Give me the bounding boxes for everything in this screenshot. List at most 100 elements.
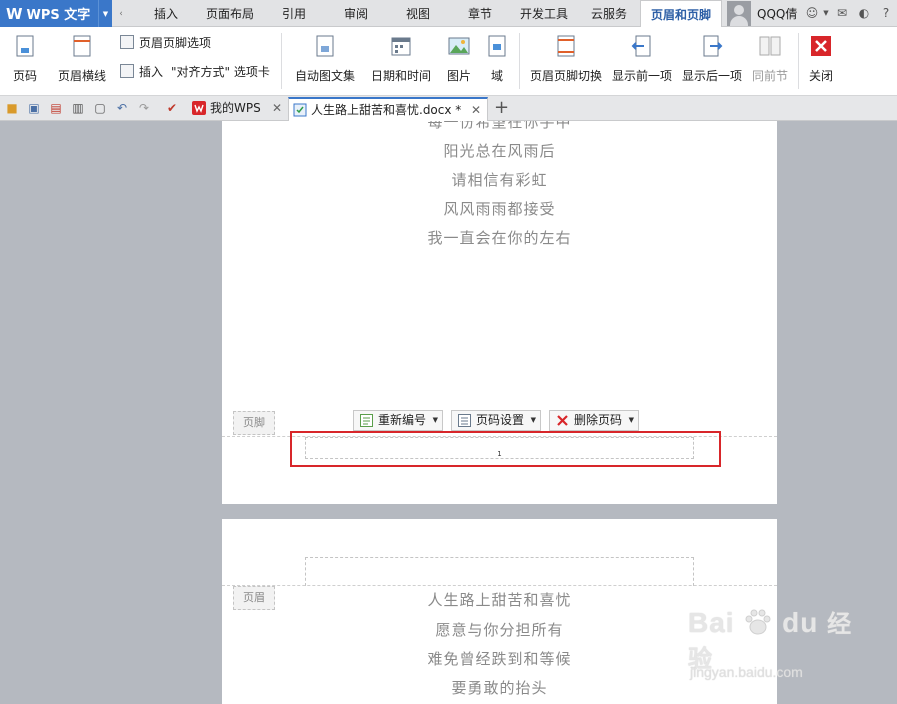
pin-icon[interactable]: ✔ [164,100,180,116]
show-previous-label: 显示前一项 [611,69,672,83]
document-tab-bar: ■ ▣ ▤ ▥ ▢ ↶ ↷ ✔ 我的WPS ✕ 人生路上甜苦和喜忧.docx *… [0,96,897,121]
header-line-icon [73,35,91,57]
menu-bar: W WPS 文字 ▼ ‹ 插入 页面布局 引用 审阅 视图 章节 开发工具 云服… [0,0,897,28]
chevron-left-icon[interactable]: ‹ [114,0,128,27]
redo-icon[interactable]: ↷ [136,100,152,116]
renumber-button[interactable]: 重新编号 ▼ [353,410,444,431]
close-label: 关闭 [808,69,833,83]
page-number-button[interactable]: 页码 [6,31,44,93]
close-tab-icon[interactable]: ✕ [471,99,481,121]
feedback-icon[interactable]: ✉ [834,5,850,21]
tab-my-wps[interactable]: 我的WPS ✕ [188,97,288,121]
divider [281,33,282,89]
open-folder-icon[interactable]: ■ [4,100,20,116]
header-boundary [222,585,777,586]
tab-document[interactable]: 人生路上甜苦和喜忧.docx * ✕ [288,97,488,121]
wps-logo-icon: W [6,4,23,23]
date-time-button[interactable]: 日期和时间 [366,31,436,93]
baidu-watermark: Bai du 经验 jingyan.baidu.com [688,604,858,684]
page-number-icon [16,35,34,57]
header-line-button[interactable]: 页眉横线 [50,31,114,93]
show-previous-button[interactable]: 显示前一项 [608,31,676,93]
print-preview-icon[interactable]: ▢ [92,100,108,116]
field-label: 域 [490,69,503,83]
tab-chapter[interactable]: 章节 [456,0,504,27]
divider [798,33,799,89]
wps-app-menu[interactable]: W WPS 文字 ▼ [0,0,112,27]
text-line: 请相信有彩虹 [451,171,548,189]
options-icon [120,35,134,49]
calendar-icon [391,37,411,56]
tab-developer[interactable]: 开发工具 [512,0,576,27]
tab-references[interactable]: 引用 [270,0,318,27]
new-tab-icon[interactable]: + [494,97,509,119]
switch-header-footer-button[interactable]: 页眉页脚切换 [526,31,606,93]
text-line: 我一直会在你的左右 [427,229,572,247]
app-name: WPS 文字 [26,8,91,23]
close-tab-icon[interactable]: ✕ [272,97,282,119]
export-pdf-icon[interactable]: ▤ [48,100,64,116]
highlight-annotation [290,431,721,467]
header-footer-options-button[interactable]: 页眉页脚选项 [120,32,211,52]
picture-button[interactable]: 图片 [440,31,478,93]
show-next-button[interactable]: 显示后一项 [678,31,746,93]
text-line: 阳光总在风雨后 [443,142,556,160]
theme-icon[interactable]: ◐ [856,5,872,21]
text-line: 风风雨雨都接受 [443,200,556,218]
wps-logo-icon [192,101,206,115]
header-line-label: 页眉横线 [57,69,106,83]
insert-icon [120,64,134,78]
chevron-down-icon[interactable]: ▼ [818,5,834,21]
tab-cloud[interactable]: 云服务 [582,0,636,27]
auto-text-icon [316,35,334,57]
watermark-url: jingyan.baidu.com [690,664,803,680]
paw-icon [745,609,771,635]
same-as-previous-label: 同前节 [751,69,788,83]
close-icon [811,36,831,56]
ribbon-toolbar: 页码 页眉横线 页眉页脚选项 插入 "对齐方式" 选项卡 自动图文集 日期和时间… [0,27,897,96]
username[interactable]: QQQ倩 [757,0,797,28]
same-section-icon [759,36,781,56]
document-icon [293,103,307,117]
help-icon[interactable]: ? [878,5,894,21]
page-number-label: 页码 [12,69,37,83]
tab-header-footer[interactable]: 页眉和页脚 [640,0,722,28]
same-as-previous-button[interactable]: 同前节 [748,31,792,93]
auto-text-button[interactable]: 自动图文集 [288,31,362,93]
tab-page-layout[interactable]: 页面布局 [198,0,262,27]
field-button[interactable]: 域 [482,31,512,93]
page-number-settings-button[interactable]: 页码设置 ▼ [451,410,542,431]
delete-page-number-button[interactable]: 删除页码 ▼ [549,410,640,431]
divider [519,33,520,89]
print-icon[interactable]: ▥ [70,100,86,116]
chevron-down-icon[interactable]: ▼ [98,0,112,27]
watermark-brand: Bai [688,607,735,638]
avatar[interactable] [727,1,751,26]
insert-align-tab-button[interactable]: 插入 "对齐方式" 选项卡 [120,61,270,81]
switch-label: 页眉页脚切换 [529,69,602,83]
picture-label: 图片 [446,69,471,83]
text-line: 每一份希望在你手中 [427,121,572,131]
undo-icon[interactable]: ↶ [114,100,130,116]
field-icon [488,35,506,57]
tab-view[interactable]: 视图 [394,0,442,27]
show-next-label: 显示后一项 [681,69,742,83]
delete-icon [557,415,568,426]
close-header-footer-button[interactable]: 关闭 [804,31,838,93]
chevron-down-icon: ▼ [530,416,537,424]
tab-insert[interactable]: 插入 [140,0,192,27]
tab-review[interactable]: 审阅 [332,0,380,27]
page-settings-icon [458,414,471,427]
watermark-brand-2: du [782,607,819,638]
auto-text-label: 自动图文集 [294,69,355,83]
chevron-down-icon: ▼ [432,416,439,424]
arrow-left-icon [631,35,651,57]
picture-icon [448,37,470,55]
switch-icon [557,35,575,57]
arrow-right-icon [703,35,723,57]
renumber-icon [360,414,373,427]
save-icon[interactable]: ▣ [26,100,42,116]
header-area[interactable] [305,557,694,586]
date-time-label: 日期和时间 [370,69,431,83]
footer-label: 页脚 [233,411,275,435]
